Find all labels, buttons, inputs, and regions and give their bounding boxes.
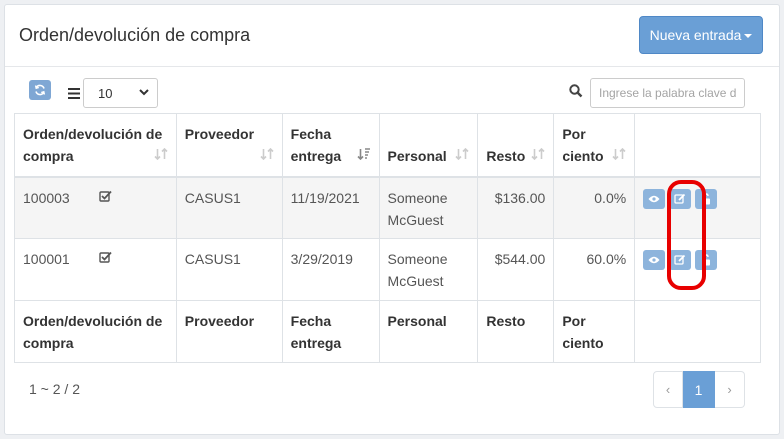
new-entry-dropdown-button[interactable]: Nueva entrada <box>639 16 763 54</box>
col-order-header[interactable]: Orden/devolución de compra <box>14 113 177 178</box>
next-page-button[interactable]: › <box>715 371 745 408</box>
table-row[interactable]: 100003 CASUS1 11/19/2021 Someone McGuest… <box>14 176 761 239</box>
staff-cell: Someone McGuest <box>378 238 479 301</box>
footer-order: Orden/devolución de compra <box>14 300 177 363</box>
prev-page-button[interactable]: ‹ <box>653 371 683 408</box>
refresh-icon <box>34 84 46 96</box>
percent-cell: 60.0% <box>553 238 636 301</box>
search-input[interactable] <box>590 78 745 108</box>
col-rest-label: Resto <box>486 148 526 164</box>
pagination-info: 1 ~ 2 / 2 <box>29 381 80 397</box>
rest-cell: $136.00 <box>477 176 555 239</box>
page-1-button[interactable]: 1 <box>683 371 715 408</box>
table-footer-row: Orden/devolución de compra Proveedor Fec… <box>14 300 761 363</box>
sort-icon <box>531 148 545 160</box>
col-supplier-label: Proveedor <box>184 126 255 142</box>
chevron-down-icon <box>139 89 149 96</box>
page-title: Orden/devolución de compra <box>19 25 251 45</box>
search-icon <box>569 84 583 101</box>
order-cell[interactable]: 100001 <box>14 238 177 301</box>
footer-rest: Resto <box>477 300 555 363</box>
purchase-order-table: Orden/devolución de compra Proveedor Fec… <box>14 113 761 363</box>
eye-icon <box>648 195 660 202</box>
order-number: 100001 <box>23 251 70 267</box>
order-cell[interactable]: 100003 <box>14 176 177 239</box>
col-date-header[interactable]: Fecha entrega <box>281 113 380 178</box>
sort-icon <box>154 148 168 160</box>
footer-date: Fecha entrega <box>281 300 380 363</box>
pagination: ‹ 1 › <box>653 371 745 408</box>
footer-percent: Por ciento <box>553 300 636 363</box>
date-cell: 3/29/2019 <box>281 238 380 301</box>
order-number: 100003 <box>23 189 70 206</box>
table-header-row: Orden/devolución de compra Proveedor Fec… <box>14 113 761 178</box>
col-order-label: Orden/devolución de compra <box>23 126 163 164</box>
percent-cell: 0.0% <box>553 176 636 239</box>
table-row[interactable]: 100001 CASUS1 3/29/2019 Someone McGuest … <box>14 238 761 301</box>
sort-icon <box>455 148 469 160</box>
footer-supplier: Proveedor <box>175 300 283 363</box>
col-staff-header[interactable]: Personal <box>378 113 479 178</box>
panel-header: Orden/devolución de compra Nueva entrada <box>5 5 779 67</box>
sort-desc-icon <box>356 148 370 160</box>
checked-box-icon <box>99 251 112 263</box>
staff-cell: Someone McGuest <box>378 176 479 239</box>
view-button[interactable] <box>643 250 666 270</box>
table-toolbar: 10 <box>0 78 784 110</box>
col-staff-label: Personal <box>387 148 447 164</box>
supplier-cell: CASUS1 <box>175 238 283 301</box>
rest-cell: $544.00 <box>477 238 555 301</box>
sort-icon <box>612 148 626 160</box>
date-cell: 11/19/2021 <box>281 176 380 239</box>
page-size-value: 10 <box>98 85 113 101</box>
page-size-select[interactable]: 10 <box>83 78 158 108</box>
view-button[interactable] <box>643 188 666 209</box>
list-icon <box>68 86 80 102</box>
col-supplier-header[interactable]: Proveedor <box>175 113 283 178</box>
sort-icon <box>260 148 274 160</box>
footer-staff: Personal <box>378 300 479 363</box>
edit-buttons-highlight <box>667 180 706 290</box>
col-percent-header[interactable]: Por ciento <box>553 113 636 178</box>
col-percent-label: Por ciento <box>562 126 604 164</box>
refresh-button[interactable] <box>29 80 51 100</box>
caret-down-icon <box>744 34 753 38</box>
col-actions-header <box>634 113 761 178</box>
new-entry-label: Nueva entrada <box>649 27 742 43</box>
footer-actions <box>634 300 761 363</box>
col-date-label: Fecha entrega <box>290 126 342 164</box>
eye-icon <box>648 256 660 264</box>
supplier-cell: CASUS1 <box>175 176 283 239</box>
checked-box-icon <box>99 190 112 202</box>
col-rest-header[interactable]: Resto <box>477 113 555 178</box>
